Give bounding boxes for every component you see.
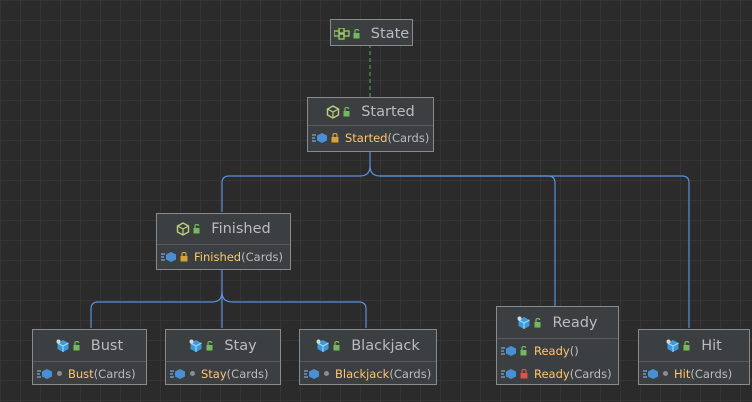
node-finished[interactable]: Finished Finished (Cards) bbox=[156, 213, 291, 270]
method-args: (Cards) bbox=[241, 249, 283, 264]
method-args: (Cards) bbox=[226, 366, 269, 381]
node-bust-title: Bust bbox=[90, 337, 124, 354]
method-name: Started bbox=[345, 130, 388, 145]
method-args: (Cards) bbox=[93, 366, 136, 381]
method-row[interactable]: Blackjack (Cards) bbox=[300, 361, 436, 385]
package-dot-icon bbox=[189, 371, 196, 376]
method-row[interactable]: Ready (Cards) bbox=[497, 362, 618, 385]
method-row[interactable]: Hit (Cards) bbox=[639, 361, 749, 385]
node-stay-header: Stay bbox=[166, 330, 280, 361]
open-lock-icon bbox=[343, 106, 352, 117]
node-hit-header: Hit bbox=[639, 330, 749, 361]
node-started[interactable]: Started Started (Cards) bbox=[307, 97, 434, 152]
method-args: (Cards) bbox=[389, 366, 432, 381]
open-lock-icon bbox=[206, 340, 215, 351]
constructor-icon bbox=[312, 132, 328, 144]
method-name: Ready bbox=[534, 343, 570, 358]
method-row[interactable]: Finished (Cards) bbox=[157, 244, 290, 268]
red-lock-icon bbox=[520, 368, 529, 379]
node-started-title: Started bbox=[361, 103, 415, 120]
open-lock-icon bbox=[333, 340, 342, 351]
node-ready[interactable]: Ready Ready() Ready (Cards) bbox=[496, 306, 619, 385]
method-row[interactable]: Ready() bbox=[497, 338, 618, 362]
constructor-icon bbox=[501, 368, 517, 380]
method-args: (Cards) bbox=[387, 130, 430, 145]
method-name: Blackjack bbox=[335, 366, 390, 381]
node-finished-header: Finished bbox=[157, 214, 290, 244]
constructor-icon bbox=[643, 368, 659, 380]
class-icon bbox=[56, 339, 70, 353]
protected-lock-icon bbox=[180, 251, 189, 262]
node-bust[interactable]: Bust Bust (Cards) bbox=[32, 329, 147, 385]
open-lock-icon bbox=[353, 28, 362, 39]
edge-bust-finished bbox=[90, 260, 228, 328]
open-lock-icon bbox=[683, 340, 692, 351]
abstract-class-icon bbox=[326, 104, 340, 119]
node-state[interactable]: State bbox=[330, 19, 413, 46]
node-finished-title: Finished bbox=[211, 221, 271, 237]
node-blackjack[interactable]: Blackjack Blackjack (Cards) bbox=[299, 329, 437, 385]
constructor-icon bbox=[501, 345, 517, 357]
edge-blackjack-finished bbox=[221, 291, 367, 328]
node-stay[interactable]: Stay Stay (Cards) bbox=[165, 329, 281, 385]
node-stay-title: Stay bbox=[224, 337, 257, 354]
package-dot-icon bbox=[56, 371, 63, 376]
method-args: () bbox=[569, 343, 579, 358]
package-dot-icon bbox=[662, 371, 669, 376]
edge-finished-started bbox=[221, 142, 376, 212]
node-state-title: State bbox=[370, 25, 410, 42]
node-blackjack-header: Blackjack bbox=[300, 330, 436, 361]
package-dot-icon bbox=[323, 371, 330, 376]
method-name: Bust bbox=[68, 366, 94, 381]
method-name: Ready bbox=[534, 366, 570, 381]
constructor-icon bbox=[161, 251, 177, 263]
node-blackjack-title: Blackjack bbox=[351, 337, 420, 354]
method-row[interactable]: Stay (Cards) bbox=[166, 361, 280, 385]
method-row[interactable]: Bust (Cards) bbox=[33, 361, 146, 385]
constructor-icon bbox=[170, 368, 186, 380]
constructor-icon bbox=[304, 368, 320, 380]
class-icon bbox=[316, 339, 330, 353]
open-lock-icon bbox=[193, 224, 202, 234]
open-lock-icon bbox=[534, 317, 543, 328]
interface-icon bbox=[333, 27, 350, 40]
node-hit[interactable]: Hit Hit (Cards) bbox=[638, 329, 750, 385]
method-args: (Cards) bbox=[569, 366, 612, 381]
node-state-header: State bbox=[331, 20, 412, 47]
protected-lock-icon bbox=[331, 132, 340, 143]
class-icon bbox=[517, 316, 531, 330]
node-hit-title: Hit bbox=[701, 337, 722, 354]
class-icon bbox=[666, 339, 680, 353]
class-icon bbox=[189, 339, 203, 353]
node-ready-title: Ready bbox=[552, 314, 598, 331]
method-name: Finished bbox=[194, 249, 242, 264]
node-bust-header: Bust bbox=[33, 330, 146, 361]
node-ready-header: Ready bbox=[497, 307, 618, 338]
node-started-header: Started bbox=[308, 98, 433, 125]
open-lock-icon bbox=[520, 345, 529, 356]
constructor-icon bbox=[37, 368, 53, 380]
edge-ready-started bbox=[369, 165, 556, 306]
abstract-class-icon bbox=[176, 222, 190, 236]
method-name: Stay bbox=[201, 366, 227, 381]
open-lock-icon bbox=[73, 340, 82, 351]
method-name: Hit bbox=[674, 366, 691, 381]
method-row[interactable]: Started (Cards) bbox=[308, 125, 433, 149]
method-args: (Cards) bbox=[690, 366, 733, 381]
